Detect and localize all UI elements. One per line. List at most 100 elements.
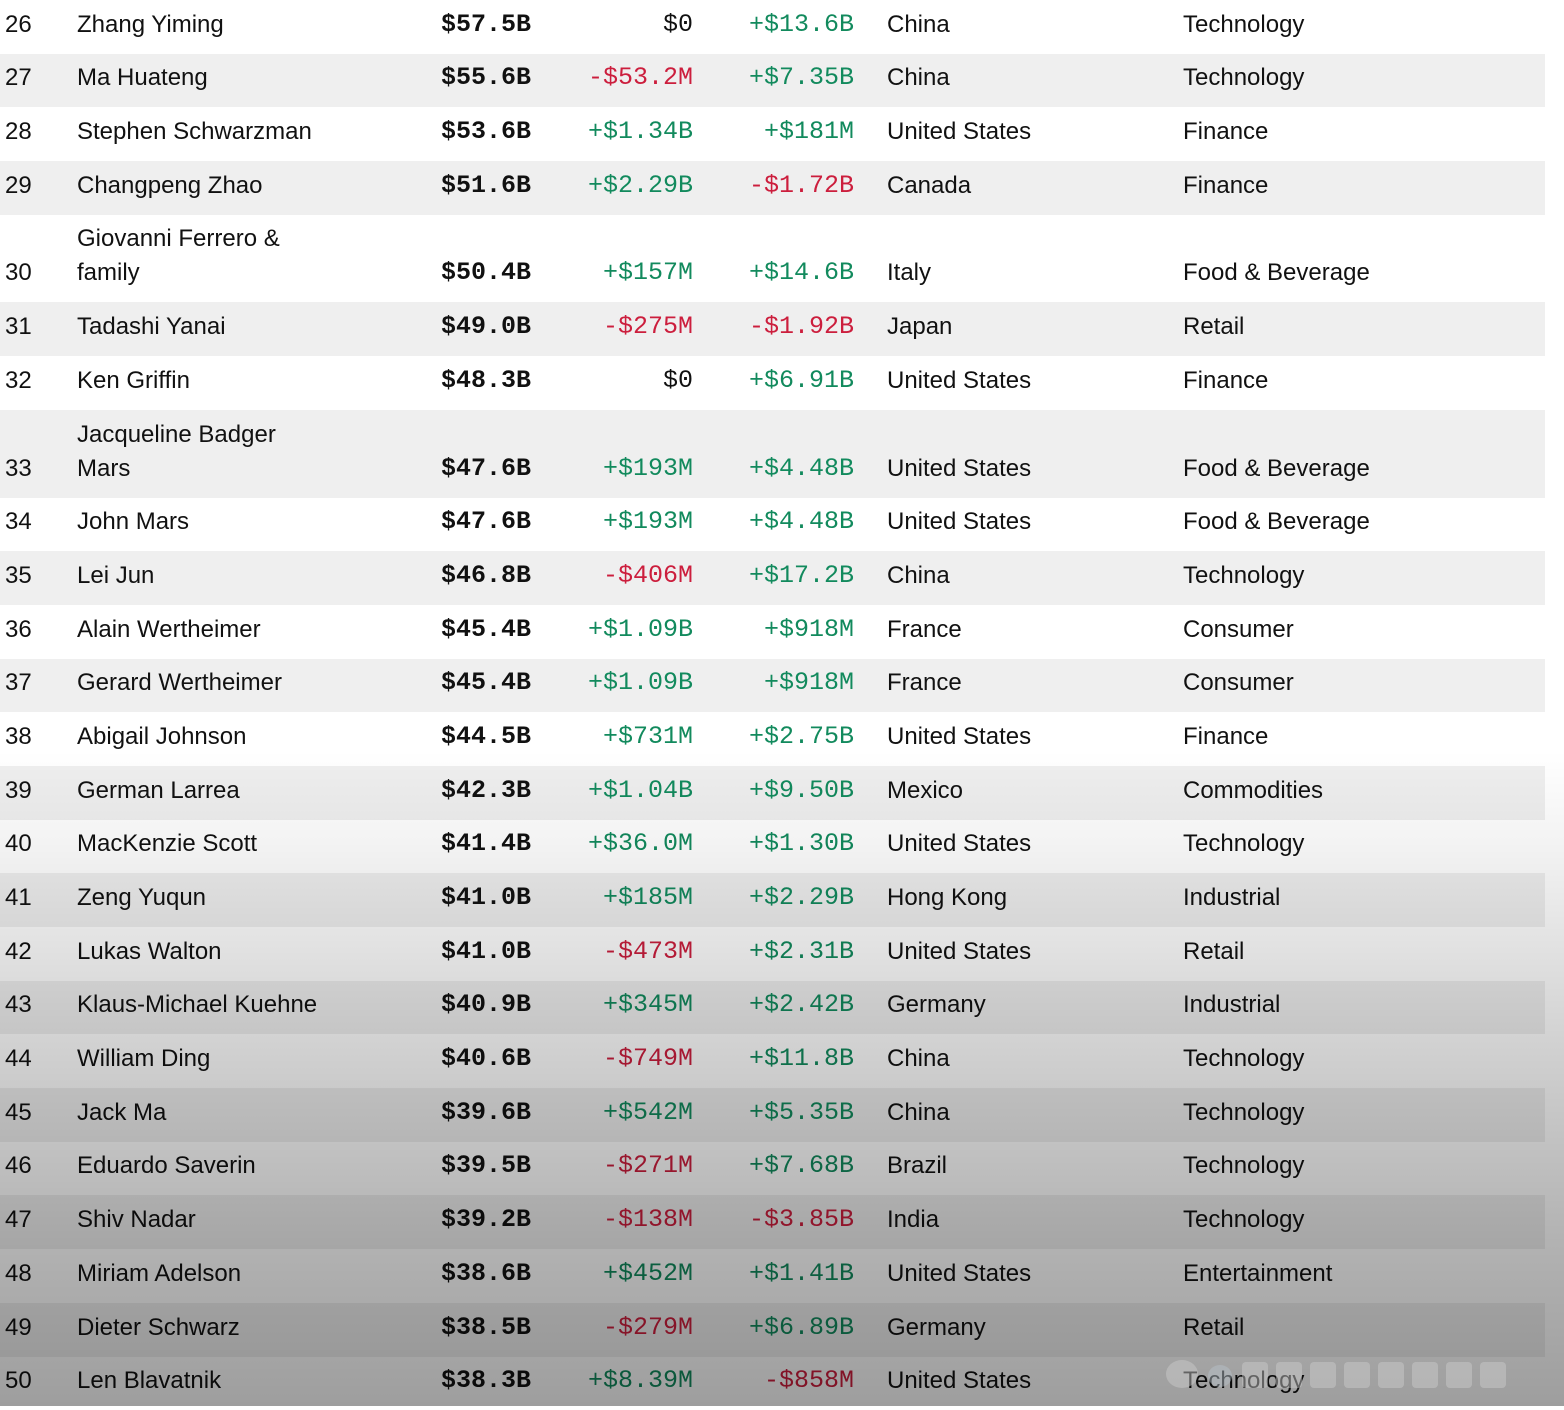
country-cell: United States xyxy=(887,935,1031,969)
country-cell: China xyxy=(887,1096,950,1130)
table-row[interactable]: 37Gerard Wertheimer$45.4B+$1.09B+$918MFr… xyxy=(0,659,1545,713)
table-row[interactable]: 48Miriam Adelson$38.6B+$452M+$1.41BUnite… xyxy=(0,1249,1545,1303)
table-row[interactable]: 27Ma Huateng$55.6B-$53.2M+$7.35BChinaTec… xyxy=(0,54,1545,108)
name-cell[interactable]: Lei Jun xyxy=(77,559,154,593)
rank-cell: 32 xyxy=(5,364,32,398)
name-cell[interactable]: John Mars xyxy=(77,505,189,539)
name-cell[interactable]: William Ding xyxy=(77,1042,210,1076)
name-cell[interactable]: German Larrea xyxy=(77,774,240,808)
ytd-change-cell: +$6.89B xyxy=(749,1311,854,1345)
net-worth-cell: $40.6B xyxy=(441,1042,531,1076)
name-cell[interactable]: Giovanni Ferrero & family xyxy=(77,222,317,290)
table-row[interactable]: 49Dieter Schwarz$38.5B-$279M+$6.89BGerma… xyxy=(0,1303,1545,1357)
name-cell[interactable]: Changpeng Zhao xyxy=(77,169,262,203)
net-worth-cell: $41.0B xyxy=(441,935,531,969)
table-row[interactable]: 28Stephen Schwarzman$53.6B+$1.34B+$181MU… xyxy=(0,107,1545,161)
last-change-cell: +$731M xyxy=(603,720,693,754)
industry-cell: Food & Beverage xyxy=(1183,256,1370,290)
ytd-change-cell: +$2.42B xyxy=(749,988,854,1022)
country-cell: India xyxy=(887,1203,939,1237)
table-row[interactable]: 40MacKenzie Scott$41.4B+$36.0M+$1.30BUni… xyxy=(0,820,1545,874)
last-change-cell: +$185M xyxy=(603,881,693,915)
industry-cell: Food & Beverage xyxy=(1183,452,1370,486)
net-worth-cell: $38.5B xyxy=(441,1311,531,1345)
net-worth-cell: $57.5B xyxy=(441,8,531,42)
ytd-change-cell: +$5.35B xyxy=(749,1096,854,1130)
table-row[interactable]: 39German Larrea$42.3B+$1.04B+$9.50BMexic… xyxy=(0,766,1545,820)
ytd-change-cell: +$14.6B xyxy=(749,256,854,290)
table-row[interactable]: 36Alain Wertheimer$45.4B+$1.09B+$918MFra… xyxy=(0,605,1545,659)
name-cell[interactable]: Zhang Yiming xyxy=(77,8,224,42)
table-row[interactable]: 44William Ding$40.6B-$749M+$11.8BChinaTe… xyxy=(0,1034,1545,1088)
industry-cell: Industrial xyxy=(1183,881,1280,915)
table-row[interactable]: 43Klaus-Michael Kuehne$40.9B+$345M+$2.42… xyxy=(0,981,1545,1035)
table-row[interactable]: 33Jacqueline Badger Mars$47.6B+$193M+$4.… xyxy=(0,410,1545,498)
net-worth-cell: $40.9B xyxy=(441,988,531,1022)
name-cell[interactable]: Tadashi Yanai xyxy=(77,310,226,344)
name-cell[interactable]: Abigail Johnson xyxy=(77,720,246,754)
rank-cell: 50 xyxy=(5,1364,32,1398)
ytd-change-cell: -$3.85B xyxy=(749,1203,854,1237)
table-row[interactable]: 46Eduardo Saverin$39.5B-$271M+$7.68BBraz… xyxy=(0,1142,1545,1196)
table-row[interactable]: 41Zeng Yuqun$41.0B+$185M+$2.29BHong Kong… xyxy=(0,873,1545,927)
rank-cell: 33 xyxy=(5,452,32,486)
ytd-change-cell: +$7.35B xyxy=(749,61,854,95)
last-change-cell: $0 xyxy=(663,364,693,398)
last-change-cell: +$157M xyxy=(603,256,693,290)
industry-cell: Finance xyxy=(1183,115,1268,149)
table-row[interactable]: 45Jack Ma$39.6B+$542M+$5.35BChinaTechnol… xyxy=(0,1088,1545,1142)
table-row[interactable]: 42Lukas Walton$41.0B-$473M+$2.31BUnited … xyxy=(0,927,1545,981)
industry-cell: Industrial xyxy=(1183,988,1280,1022)
last-change-cell: -$749M xyxy=(603,1042,693,1076)
name-cell[interactable]: Jacqueline Badger Mars xyxy=(77,418,317,486)
country-cell: United States xyxy=(887,1257,1031,1291)
name-cell[interactable]: Ken Griffin xyxy=(77,364,190,398)
industry-cell: Retail xyxy=(1183,1311,1244,1345)
ytd-change-cell: +$2.31B xyxy=(749,935,854,969)
name-cell[interactable]: Miriam Adelson xyxy=(77,1257,241,1291)
name-cell[interactable]: Jack Ma xyxy=(77,1096,166,1130)
table-row[interactable]: 32Ken Griffin$48.3B$0+$6.91BUnited State… xyxy=(0,356,1545,410)
table-row[interactable]: 50Len Blavatnik$38.3B+$8.39M-$858MUnited… xyxy=(0,1357,1545,1410)
ytd-change-cell: -$1.92B xyxy=(749,310,854,344)
name-cell[interactable]: Eduardo Saverin xyxy=(77,1149,256,1183)
net-worth-cell: $45.4B xyxy=(441,666,531,700)
net-worth-cell: $47.6B xyxy=(441,505,531,539)
name-cell[interactable]: Gerard Wertheimer xyxy=(77,666,282,700)
table-row[interactable]: 30Giovanni Ferrero & family$50.4B+$157M+… xyxy=(0,215,1545,303)
name-cell[interactable]: Len Blavatnik xyxy=(77,1364,221,1398)
name-cell[interactable]: Dieter Schwarz xyxy=(77,1311,240,1345)
table-row[interactable]: 26Zhang Yiming$57.5B$0+$13.6BChinaTechno… xyxy=(0,0,1545,54)
name-cell[interactable]: Stephen Schwarzman xyxy=(77,115,312,149)
name-cell[interactable]: Shiv Nadar xyxy=(77,1203,196,1237)
ytd-change-cell: +$13.6B xyxy=(749,8,854,42)
country-cell: United States xyxy=(887,1364,1031,1398)
table-row[interactable]: 38Abigail Johnson$44.5B+$731M+$2.75BUnit… xyxy=(0,712,1545,766)
name-cell[interactable]: Alain Wertheimer xyxy=(77,613,261,647)
country-cell: Germany xyxy=(887,1311,986,1345)
table-row[interactable]: 47Shiv Nadar$39.2B-$138M-$3.85BIndiaTech… xyxy=(0,1195,1545,1249)
industry-cell: Technology xyxy=(1183,1149,1304,1183)
name-cell[interactable]: Zeng Yuqun xyxy=(77,881,206,915)
name-cell[interactable]: MacKenzie Scott xyxy=(77,827,257,861)
name-cell[interactable]: Ma Huateng xyxy=(77,61,208,95)
last-change-cell: -$473M xyxy=(603,935,693,969)
name-cell[interactable]: Lukas Walton xyxy=(77,935,222,969)
table-row[interactable]: 34John Mars$47.6B+$193M+$4.48BUnited Sta… xyxy=(0,498,1545,552)
rank-cell: 26 xyxy=(5,8,32,42)
net-worth-cell: $50.4B xyxy=(441,256,531,290)
table-row[interactable]: 29Changpeng Zhao$51.6B+$2.29B-$1.72BCana… xyxy=(0,161,1545,215)
industry-cell: Technology xyxy=(1183,61,1304,95)
country-cell: United States xyxy=(887,115,1031,149)
country-cell: China xyxy=(887,8,950,42)
industry-cell: Retail xyxy=(1183,935,1244,969)
table-row[interactable]: 31Tadashi Yanai$49.0B-$275M-$1.92BJapanR… xyxy=(0,302,1545,356)
last-change-cell: +$2.29B xyxy=(588,169,693,203)
table-row[interactable]: 35Lei Jun$46.8B-$406M+$17.2BChinaTechnol… xyxy=(0,551,1545,605)
ytd-change-cell: +$1.41B xyxy=(749,1257,854,1291)
name-cell[interactable]: Klaus-Michael Kuehne xyxy=(77,988,317,1022)
industry-cell: Technology xyxy=(1183,1203,1304,1237)
industry-cell: Technology xyxy=(1183,827,1304,861)
net-worth-cell: $39.6B xyxy=(441,1096,531,1130)
ytd-change-cell: +$6.91B xyxy=(749,364,854,398)
